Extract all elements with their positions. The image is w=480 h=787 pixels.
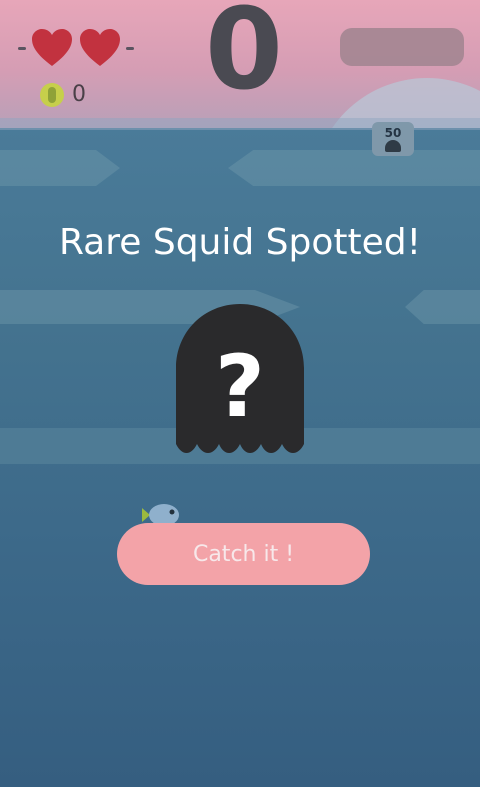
next-target-badge: 50 [372, 122, 414, 156]
heart-icon [80, 29, 120, 66]
badge-value: 50 [384, 125, 402, 140]
game-screen: 0 0 50 Rare Squid Spotted! ? Catch it ! [0, 0, 480, 787]
ghost-icon [385, 139, 401, 152]
progress-panel [340, 28, 464, 66]
wave-band [228, 150, 480, 186]
coin-icon [40, 82, 64, 107]
lives-dash-right [126, 46, 134, 50]
lives-dash-left [18, 46, 26, 50]
popup-title: Rare Squid Spotted! [58, 222, 422, 263]
heart-icon [32, 29, 72, 66]
wave-band [0, 150, 120, 186]
score: 0 [205, 0, 283, 115]
catch-button[interactable]: Catch it ! [117, 523, 370, 585]
mystery-symbol: ? [215, 337, 265, 437]
coin-count: 0 [72, 82, 86, 107]
lives-display [18, 28, 134, 68]
coin-counter: 0 [40, 82, 86, 107]
mystery-squid-icon: ? [176, 304, 304, 453]
